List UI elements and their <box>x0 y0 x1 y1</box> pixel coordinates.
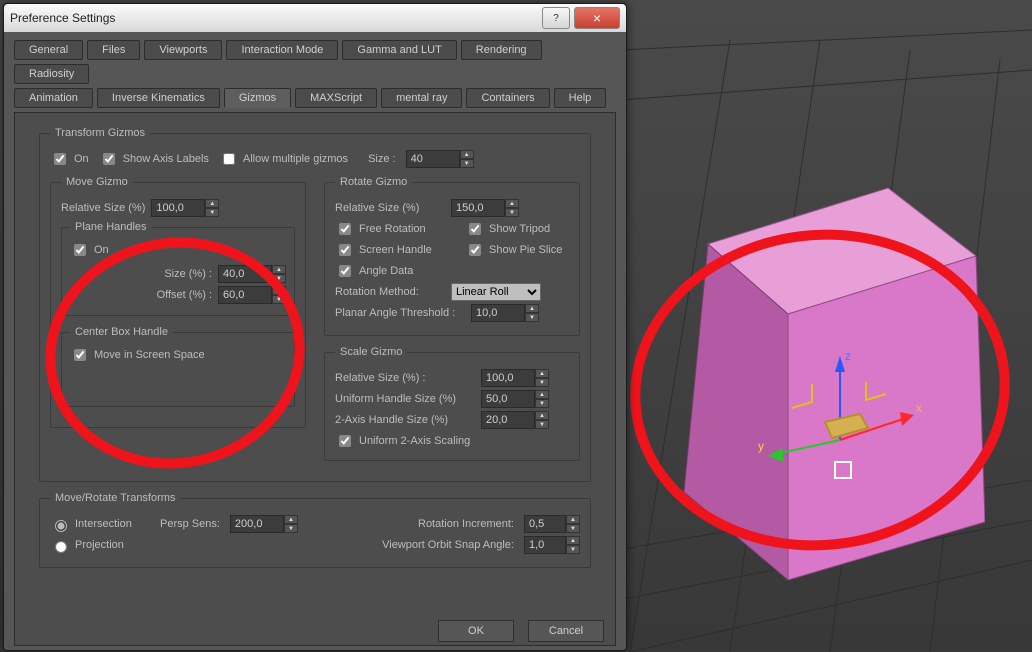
spin-rot-rel[interactable]: ▲▼ <box>451 199 519 217</box>
tab-gizmos[interactable]: Gizmos <box>224 88 291 108</box>
legend-plane: Plane Handles <box>70 221 152 233</box>
tab-animation[interactable]: Animation <box>14 88 93 108</box>
lbl-scale-a2: 2-Axis Handle Size (%) <box>335 414 475 426</box>
help-button[interactable]: ? <box>542 7 570 29</box>
radio-projection[interactable]: Projection <box>50 538 150 553</box>
select-rot-method[interactable]: Linear Roll <box>451 283 541 301</box>
ck-allow-multi[interactable]: Allow multiple gizmos <box>219 150 348 168</box>
spin-scale-a2[interactable]: ▲▼ <box>481 411 549 429</box>
spin-orbit[interactable]: ▲▼ <box>524 536 580 554</box>
ck-show-axis[interactable]: Show Axis Labels <box>99 150 209 168</box>
group-move-gizmo: Move Gizmo Relative Size (%) ▲▼ Plane Ha… <box>50 176 306 428</box>
spin-down-icon[interactable]: ▼ <box>460 159 474 168</box>
ck-free-rot[interactable]: Free Rotation <box>335 220 455 238</box>
lbl-scale-rel: Relative Size (%) : <box>335 372 475 384</box>
group-plane-handles: Plane Handles On Size (%) : ▲▼ Offset (%… <box>61 221 295 316</box>
spin-scale-rel[interactable]: ▲▼ <box>481 369 549 387</box>
ck-uniform-2axis[interactable]: Uniform 2-Axis Scaling <box>335 432 569 450</box>
spin-persp[interactable]: ▲▼ <box>230 515 298 533</box>
tab-viewports[interactable]: Viewports <box>144 40 222 60</box>
tab-ik[interactable]: Inverse Kinematics <box>97 88 220 108</box>
ck-tripod[interactable]: Show Tripod <box>465 220 550 238</box>
tab-row-1: General Files Viewports Interaction Mode… <box>4 32 626 88</box>
tab-rendering[interactable]: Rendering <box>461 40 542 60</box>
tab-files[interactable]: Files <box>87 40 140 60</box>
lbl-rot-rel: Relative Size (%) <box>335 202 445 214</box>
tab-row-2: Animation Inverse Kinematics Gizmos MAXS… <box>4 88 626 112</box>
group-center-box: Center Box Handle Move in Screen Space <box>61 326 295 407</box>
group-move-rotate-transforms: Move/Rotate Transforms Intersection Pers… <box>39 492 591 568</box>
lbl-scale-uhs: Uniform Handle Size (%) <box>335 393 475 405</box>
group-scale-gizmo: Scale Gizmo Relative Size (%) : ▲▼ Unifor… <box>324 346 580 461</box>
legend-move: Move Gizmo <box>61 176 133 188</box>
spin-transform-size[interactable]: ▲▼ <box>406 150 474 168</box>
spin-move-rel[interactable]: ▲▼ <box>151 199 219 217</box>
tab-maxscript[interactable]: MAXScript <box>295 88 377 108</box>
ck-on[interactable]: On <box>50 150 89 168</box>
dialog-footer: OK Cancel <box>438 620 604 642</box>
spin-plane-size[interactable]: ▲▼ <box>218 265 286 283</box>
tab-general[interactable]: General <box>14 40 83 60</box>
lbl-move-rel: Relative Size (%) <box>61 202 145 214</box>
spin-up-icon[interactable]: ▲ <box>460 150 474 159</box>
lbl-orbit: Viewport Orbit Snap Angle: <box>334 539 514 551</box>
legend-mr: Move/Rotate Transforms <box>50 492 180 504</box>
ck-plane-on[interactable]: On <box>70 241 286 259</box>
ok-button[interactable]: OK <box>438 620 514 642</box>
ck-angle-data[interactable]: Angle Data <box>335 262 413 280</box>
legend-rotate: Rotate Gizmo <box>335 176 412 188</box>
spin-plane-offset[interactable]: ▲▼ <box>218 286 286 304</box>
tab-gamma-lut[interactable]: Gamma and LUT <box>342 40 456 60</box>
legend-center: Center Box Handle <box>70 326 173 338</box>
legend-scale: Scale Gizmo <box>335 346 407 358</box>
spin-scale-uhs[interactable]: ▲▼ <box>481 390 549 408</box>
lbl-planar: Planar Angle Threshold : <box>335 307 465 319</box>
lbl-persp: Persp Sens: <box>160 518 220 530</box>
tab-mental-ray[interactable]: mental ray <box>381 88 462 108</box>
lbl-plane-size: Size (%) : <box>164 268 212 280</box>
tab-radiosity[interactable]: Radiosity <box>14 64 89 84</box>
tab-interaction-mode[interactable]: Interaction Mode <box>226 40 338 60</box>
group-rotate-gizmo: Rotate Gizmo Relative Size (%) ▲▼ Free R… <box>324 176 580 336</box>
ck-pie-slice[interactable]: Show Pie Slice <box>465 241 562 259</box>
lbl-rot-inc: Rotation Increment: <box>364 518 514 530</box>
tab-help[interactable]: Help <box>554 88 607 108</box>
spin-rot-inc[interactable]: ▲▼ <box>524 515 580 533</box>
tab-containers[interactable]: Containers <box>466 88 549 108</box>
ck-center-move[interactable]: Move in Screen Space <box>70 346 286 364</box>
lbl-size: Size : <box>368 153 396 165</box>
lbl-rot-method: Rotation Method: <box>335 286 445 298</box>
legend-transform: Transform Gizmos <box>50 127 150 139</box>
preference-settings-dialog: Preference Settings ? × General Files Vi… <box>3 3 627 651</box>
window-title: Preference Settings <box>10 11 538 25</box>
radio-intersection[interactable]: Intersection <box>50 517 150 532</box>
ck-screen-handle[interactable]: Screen Handle <box>335 241 455 259</box>
tab-body: Transform Gizmos On Show Axis Labels All… <box>14 112 616 646</box>
group-transform-gizmos: Transform Gizmos On Show Axis Labels All… <box>39 127 591 482</box>
cancel-button[interactable]: Cancel <box>528 620 604 642</box>
lbl-plane-offset: Offset (%) : <box>157 289 212 301</box>
close-button[interactable]: × <box>574 7 620 29</box>
titlebar[interactable]: Preference Settings ? × <box>4 4 626 32</box>
spin-planar[interactable]: ▲▼ <box>471 304 539 322</box>
